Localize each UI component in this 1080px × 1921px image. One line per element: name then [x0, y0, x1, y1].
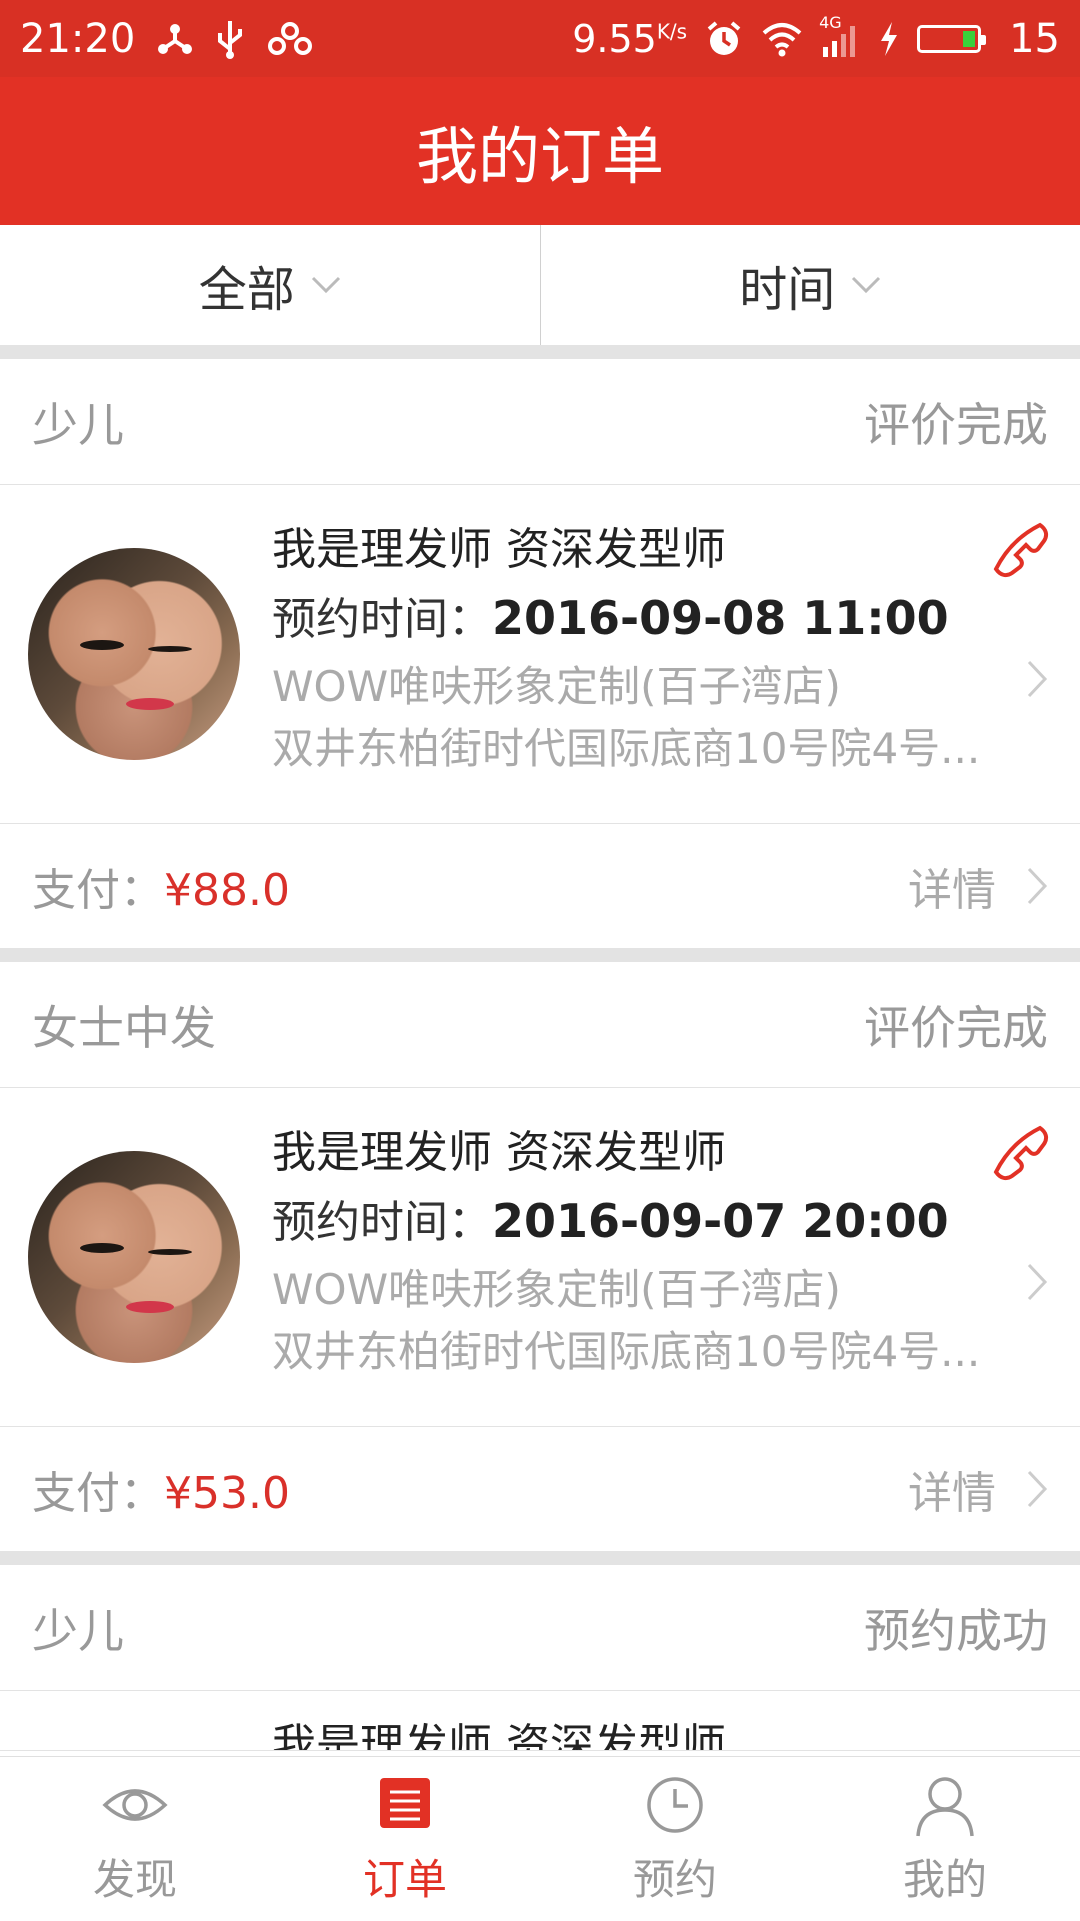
- chevron-down-icon: [851, 276, 881, 294]
- shop-name: WOW唯呋形象定制(百子湾店): [272, 653, 1042, 714]
- phone-icon[interactable]: [992, 1124, 1050, 1182]
- bottom-nav: 发现 订单 预约 我的: [0, 1756, 1080, 1921]
- shop-address: 双井东柏街时代国际底商10号院4号...: [272, 1318, 1042, 1379]
- detail-label: 详情: [908, 1457, 996, 1521]
- order-card: 少儿 预约成功 我是理发师 资深发型师: [0, 1565, 1080, 1751]
- order-list-icon: [370, 1772, 440, 1838]
- divider: [0, 1551, 1080, 1565]
- service-name: 少儿: [32, 1595, 124, 1661]
- divider: [0, 948, 1080, 962]
- person-icon: [910, 1772, 980, 1838]
- nav-orders-label: 订单: [363, 1846, 447, 1907]
- appointment-time-value: 2016-09-08 11:00: [492, 591, 949, 645]
- speed-unit: K/s: [657, 19, 687, 43]
- detail-label: 详情: [908, 854, 996, 918]
- payment-label: 支付：: [32, 865, 164, 916]
- page-title: 我的订单: [416, 106, 664, 196]
- nav-profile-label: 我的: [903, 1846, 987, 1907]
- stylist-avatar: [28, 548, 240, 760]
- signal-icon: 4G: [821, 21, 861, 57]
- payment: 支付：¥53.0: [32, 1457, 290, 1521]
- order-footer: 支付：¥53.0 详情: [0, 1427, 1080, 1551]
- order-status: 预约成功: [864, 1595, 1048, 1661]
- status-time: 21:20: [20, 16, 135, 62]
- eye-icon: [100, 1772, 170, 1838]
- order-list: 少儿 评价完成 我是理发师 资深发型师 预约时间：2016-09-08 11:0…: [0, 345, 1080, 1751]
- order-status: 评价完成: [864, 389, 1048, 455]
- alarm-icon: [705, 20, 743, 58]
- stylist-name: 我是理发师 资深发型师: [272, 513, 726, 577]
- detail-link[interactable]: 详情: [908, 1457, 1048, 1521]
- appointment-time-label: 预约时间：: [272, 1197, 492, 1248]
- battery-icon: [917, 25, 981, 53]
- battery-level: 15: [1009, 16, 1060, 62]
- shop-address: 双井东柏街时代国际底商10号院4号...: [272, 715, 1042, 776]
- order-card: 女士中发 评价完成 我是理发师 资深发型师 预约时间：2016-09-07 20…: [0, 962, 1080, 1551]
- charging-icon: [879, 22, 899, 56]
- phone-icon[interactable]: [992, 521, 1050, 579]
- link-icon: [267, 22, 313, 56]
- nav-booking-label: 预约: [633, 1846, 717, 1907]
- order-card: 少儿 评价完成 我是理发师 资深发型师 预约时间：2016-09-08 11:0…: [0, 359, 1080, 948]
- stylist-name: 我是理发师 资深发型师: [272, 1709, 726, 1751]
- network-type: 4G: [819, 13, 842, 32]
- order-header: 少儿 预约成功: [0, 1565, 1080, 1691]
- order-header: 女士中发 评价完成: [0, 962, 1080, 1088]
- chevron-right-icon: [1026, 1262, 1048, 1302]
- stylist-avatar: [28, 1151, 240, 1363]
- appointment-time: 预约时间：2016-09-07 20:00: [272, 1186, 949, 1250]
- payment-label: 支付：: [32, 1468, 164, 1519]
- nav-orders[interactable]: 订单: [270, 1757, 540, 1921]
- appointment-time: 预约时间：2016-09-08 11:00: [272, 583, 949, 647]
- service-name: 女士中发: [32, 992, 216, 1058]
- clock-icon: [640, 1772, 710, 1838]
- usb-icon: [215, 19, 245, 59]
- payment: 支付：¥88.0: [32, 854, 290, 918]
- share-icon: [157, 21, 193, 57]
- detail-link[interactable]: 详情: [908, 854, 1048, 918]
- service-name: 少儿: [32, 389, 124, 455]
- app-bar: 我的订单: [0, 77, 1080, 225]
- payment-amount: ¥88.0: [164, 865, 290, 916]
- order-header: 少儿 评价完成: [0, 359, 1080, 485]
- sort-filter-label: 时间: [739, 250, 835, 320]
- stylist-name: 我是理发师 资深发型师: [272, 1116, 726, 1180]
- appointment-time-label: 预约时间：: [272, 594, 492, 645]
- chevron-right-icon: [1026, 1469, 1048, 1509]
- appointment-time-value: 2016-09-07 20:00: [492, 1194, 949, 1248]
- order-body[interactable]: 我是理发师 资深发型师: [0, 1691, 1080, 1751]
- chevron-right-icon: [1026, 866, 1048, 906]
- shop-name: WOW唯呋形象定制(百子湾店): [272, 1256, 1042, 1317]
- nav-profile[interactable]: 我的: [810, 1757, 1080, 1921]
- nav-booking[interactable]: 预约: [540, 1757, 810, 1921]
- filter-bar: 全部 时间: [0, 225, 1080, 346]
- payment-amount: ¥53.0: [164, 1468, 290, 1519]
- status-bar: 21:20 9.55K/s 4G 15: [0, 0, 1080, 77]
- sort-filter[interactable]: 时间: [540, 225, 1080, 345]
- nav-discover[interactable]: 发现: [0, 1757, 270, 1921]
- nav-discover-label: 发现: [93, 1846, 177, 1907]
- category-filter-label: 全部: [199, 250, 295, 320]
- divider: [0, 345, 1080, 359]
- chevron-down-icon: [311, 276, 341, 294]
- network-speed: 9.55K/s: [572, 17, 687, 61]
- order-footer: 支付：¥88.0 详情: [0, 824, 1080, 948]
- order-body[interactable]: 我是理发师 资深发型师 预约时间：2016-09-07 20:00 WOW唯呋形…: [0, 1088, 1080, 1427]
- chevron-right-icon: [1026, 659, 1048, 699]
- order-status: 评价完成: [864, 992, 1048, 1058]
- wifi-icon: [761, 21, 803, 57]
- category-filter[interactable]: 全部: [0, 225, 540, 345]
- order-body[interactable]: 我是理发师 资深发型师 预约时间：2016-09-08 11:00 WOW唯呋形…: [0, 485, 1080, 824]
